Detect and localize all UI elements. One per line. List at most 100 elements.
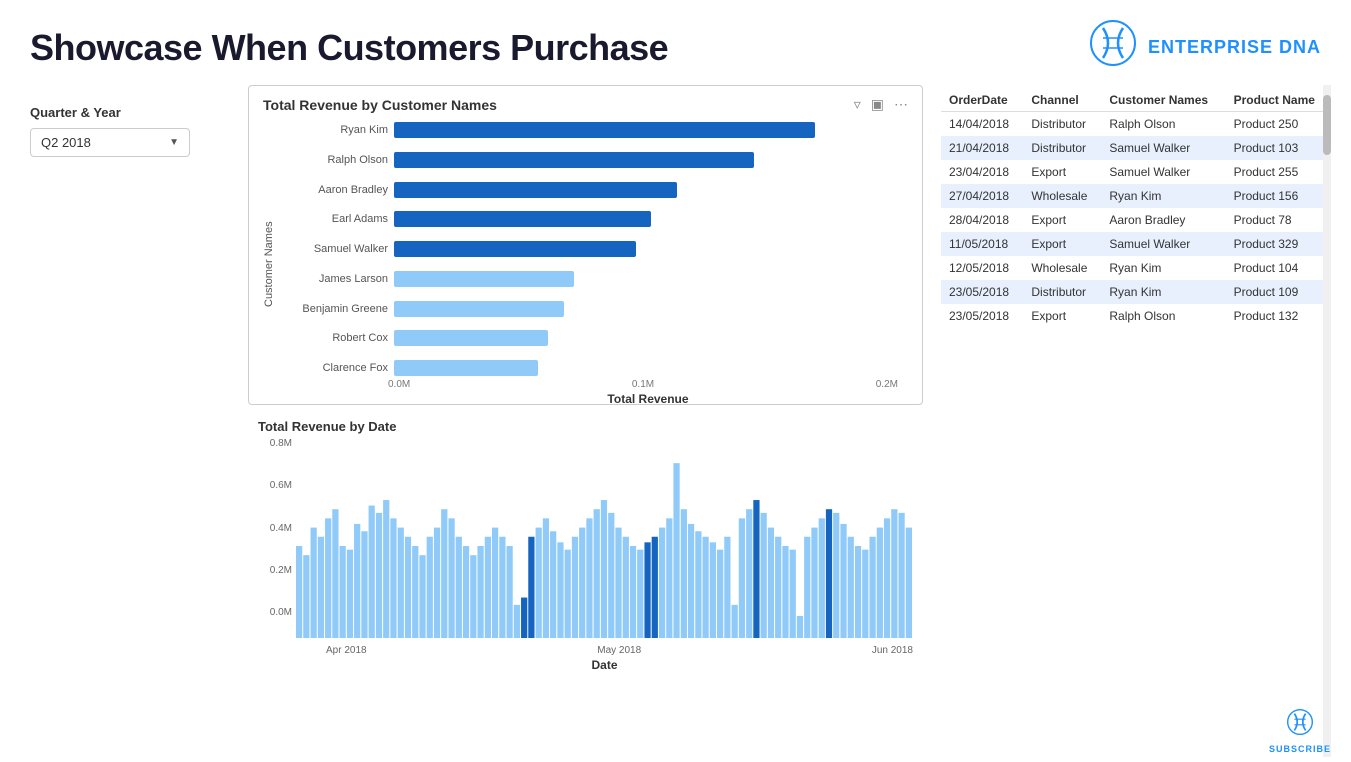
bar-fill	[394, 211, 651, 227]
x-tick-label: 0.0M	[388, 379, 410, 390]
table-row: 12/05/2018WholesaleRyan KimProduct 104	[941, 256, 1331, 280]
time-bar	[739, 518, 745, 638]
table-cell: Product 255	[1226, 160, 1331, 184]
time-bar	[376, 513, 382, 638]
table-cell: Ryan Kim	[1101, 256, 1225, 280]
bar-fill	[394, 122, 815, 138]
bar-chart-y-axis-label: Customer Names	[263, 119, 283, 379]
y-tick-label: 0.8M	[258, 438, 292, 449]
time-bar	[782, 546, 788, 638]
table-row: 21/04/2018DistributorSamuel WalkerProduc…	[941, 136, 1331, 160]
time-chart-svg	[296, 438, 913, 638]
table-cell: Export	[1023, 160, 1101, 184]
table-row: 23/05/2018DistributorRyan KimProduct 109	[941, 280, 1331, 304]
chevron-down-icon: ▼	[169, 137, 179, 148]
table-cell: Product 329	[1226, 232, 1331, 256]
time-bar	[296, 546, 302, 638]
filter-icon[interactable]: ▿	[854, 96, 861, 113]
time-bar	[804, 537, 810, 638]
time-bar	[797, 616, 803, 638]
time-bar	[906, 528, 912, 638]
table-cell: Product 156	[1226, 184, 1331, 208]
bar-fill	[394, 330, 548, 346]
table-cell: 21/04/2018	[941, 136, 1023, 160]
time-bar	[325, 518, 331, 638]
time-bar	[884, 518, 890, 638]
more-icon[interactable]: ⋯	[894, 96, 908, 113]
left-panel: Quarter & Year Q2 2018 ▼	[30, 85, 230, 757]
time-bar	[659, 528, 665, 638]
time-bar	[383, 500, 389, 638]
time-bar	[565, 550, 571, 638]
time-bar	[318, 537, 324, 638]
chart-toolbar: ▿ ▣ ⋯	[854, 96, 908, 113]
table-cell: Product 104	[1226, 256, 1331, 280]
bar-row: Benjamin Greene	[283, 298, 908, 320]
table-cell: 23/05/2018	[941, 280, 1023, 304]
time-chart-container: Total Revenue by Date 0.8M0.6M0.4M0.2M0.…	[248, 413, 923, 757]
time-bar	[710, 542, 716, 638]
table-row: 23/05/2018ExportRalph OlsonProduct 132	[941, 304, 1331, 328]
time-bar	[681, 509, 687, 638]
time-bar	[550, 531, 556, 638]
table-cell: Samuel Walker	[1101, 136, 1225, 160]
page-title: Showcase When Customers Purchase	[30, 27, 668, 69]
bar-row: Aaron Bradley	[283, 179, 908, 201]
center-panel: Total Revenue by Customer Names ▿ ▣ ⋯ Cu…	[248, 85, 923, 757]
time-bar	[768, 528, 774, 638]
table-column-header: Product Name	[1226, 89, 1331, 112]
time-bar	[790, 550, 796, 638]
table-row: 14/04/2018DistributorRalph OlsonProduct …	[941, 112, 1331, 137]
time-bar	[514, 605, 520, 638]
time-bar	[434, 528, 440, 638]
table-cell: Product 103	[1226, 136, 1331, 160]
time-bar	[528, 537, 534, 638]
bar-row: James Larson	[283, 268, 908, 290]
time-bar	[347, 550, 353, 638]
table-cell: Distributor	[1023, 280, 1101, 304]
table-cell: Product 250	[1226, 112, 1331, 137]
subscribe-area[interactable]: SUBSCRIBE	[1269, 708, 1331, 754]
filter-label: Quarter & Year	[30, 105, 230, 120]
scrollbar[interactable]	[1323, 85, 1331, 757]
expand-icon[interactable]: ▣	[871, 96, 884, 113]
scrollbar-thumb[interactable]	[1323, 95, 1331, 155]
table-body: 14/04/2018DistributorRalph OlsonProduct …	[941, 112, 1331, 329]
time-bar	[848, 537, 854, 638]
table-header-row: OrderDateChannelCustomer NamesProduct Na…	[941, 89, 1331, 112]
time-bar	[630, 546, 636, 638]
bar-row: Clarence Fox	[283, 357, 908, 379]
bar-label: Earl Adams	[283, 213, 388, 225]
bar-track	[394, 241, 908, 257]
table-cell: 27/04/2018	[941, 184, 1023, 208]
y-tick-label: 0.0M	[258, 607, 292, 618]
bar-fill	[394, 271, 574, 287]
table-cell: Distributor	[1023, 112, 1101, 137]
time-bar	[405, 537, 411, 638]
bar-chart-container: Total Revenue by Customer Names ▿ ▣ ⋯ Cu…	[248, 85, 923, 405]
time-bar	[688, 524, 694, 638]
bar-fill	[394, 152, 754, 168]
time-bar	[637, 550, 643, 638]
bar-row: Ryan Kim	[283, 119, 908, 141]
time-x-tick-label: May 2018	[597, 645, 641, 656]
bar-track	[394, 182, 908, 198]
table-cell: Export	[1023, 208, 1101, 232]
table-column-header: Channel	[1023, 89, 1101, 112]
time-bar	[717, 550, 723, 638]
time-bar	[615, 528, 621, 638]
table-cell: 14/04/2018	[941, 112, 1023, 137]
dna-subscribe-icon	[1286, 708, 1314, 742]
bar-track	[394, 271, 908, 287]
time-bar	[826, 509, 832, 638]
time-chart-x-axis-label: Date	[296, 658, 913, 672]
quarter-year-dropdown[interactable]: Q2 2018 ▼	[30, 128, 190, 157]
bar-track	[394, 122, 908, 138]
time-bar	[448, 518, 454, 638]
time-bar	[833, 513, 839, 638]
table-cell: Product 132	[1226, 304, 1331, 328]
table-cell: Export	[1023, 304, 1101, 328]
time-bar	[891, 509, 897, 638]
time-chart-inner: Apr 2018May 2018Jun 2018 Date	[296, 438, 913, 638]
time-x-tick-label: Apr 2018	[326, 645, 367, 656]
